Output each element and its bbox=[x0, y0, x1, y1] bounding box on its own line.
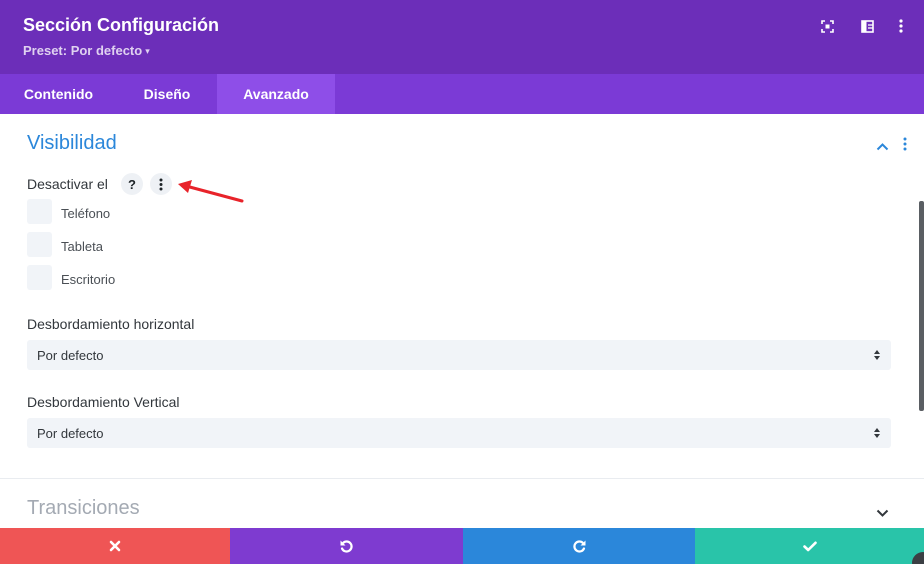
undo-button[interactable] bbox=[230, 528, 463, 564]
overflow-y-select[interactable]: Por defecto bbox=[27, 418, 891, 448]
select-arrows-icon bbox=[874, 428, 880, 438]
columns-glyph bbox=[860, 19, 874, 33]
checkbox-tablet-label: Tableta bbox=[61, 239, 103, 254]
section-more-icon[interactable] bbox=[903, 137, 907, 156]
modal-header: Sección Configuración Preset: Por defect… bbox=[0, 0, 924, 74]
chevron-up-glyph bbox=[876, 143, 889, 151]
scrollbar[interactable] bbox=[919, 201, 924, 411]
select-arrows-icon bbox=[874, 350, 880, 360]
more-vertical-glyph bbox=[899, 19, 903, 33]
redo-icon bbox=[572, 539, 585, 553]
columns-icon[interactable] bbox=[858, 17, 876, 35]
fullscreen-icon[interactable] bbox=[818, 17, 836, 35]
chevron-up-icon[interactable] bbox=[876, 138, 889, 156]
checkbox-tablet[interactable] bbox=[27, 232, 52, 257]
more-vertical-icon[interactable] bbox=[892, 17, 910, 35]
tab-contenido[interactable]: Contenido bbox=[0, 74, 117, 114]
save-button[interactable] bbox=[695, 528, 924, 564]
checkbox-phone-label: Teléfono bbox=[61, 206, 111, 221]
preset-selector[interactable]: Preset: Por defecto ▾ bbox=[23, 43, 150, 58]
overflow-x-value: Por defecto bbox=[37, 348, 104, 363]
option-more-icon[interactable] bbox=[150, 173, 172, 195]
overflow-x-label: Desbordamiento horizontal bbox=[27, 316, 195, 332]
checkbox-desktop[interactable] bbox=[27, 265, 52, 290]
fullscreen-glyph bbox=[820, 19, 834, 33]
undo-icon bbox=[340, 539, 353, 553]
tab-avanzado[interactable]: Avanzado bbox=[217, 74, 335, 114]
overflow-y-value: Por defecto bbox=[37, 426, 104, 441]
checkbox-desktop-label: Escritorio bbox=[61, 272, 116, 287]
redo-button[interactable] bbox=[463, 528, 695, 564]
preset-label: Preset: Por defecto bbox=[23, 43, 143, 58]
overflow-x-select[interactable]: Por defecto bbox=[27, 340, 891, 370]
section-more-glyph bbox=[903, 137, 907, 151]
discard-button[interactable] bbox=[0, 528, 230, 564]
option-more-glyph bbox=[159, 178, 163, 190]
action-bar bbox=[0, 528, 924, 564]
caret-down-icon: ▾ bbox=[145, 46, 150, 56]
help-icon[interactable]: ? bbox=[121, 173, 143, 195]
modal-title: Sección Configuración bbox=[23, 15, 220, 35]
tab-diseno[interactable]: Diseño bbox=[117, 74, 217, 114]
section-divider bbox=[0, 478, 924, 479]
annotation-arrow-icon bbox=[178, 180, 244, 203]
settings-panel: Visibilidad Desactivar el ? Teléfono Tab… bbox=[0, 114, 924, 528]
checkbox-phone[interactable] bbox=[27, 199, 52, 224]
section-title-transitions[interactable]: Transiciones bbox=[27, 497, 140, 520]
overflow-y-label: Desbordamiento Vertical bbox=[27, 394, 180, 410]
section-title-visibility[interactable]: Visibilidad bbox=[27, 132, 117, 155]
tab-bar: Contenido Diseño Avanzado bbox=[0, 74, 924, 114]
save-icon bbox=[802, 541, 817, 551]
chevron-down-glyph bbox=[876, 509, 889, 517]
disable-on-label: Desactivar el bbox=[27, 176, 108, 192]
discard-icon bbox=[109, 540, 121, 552]
chevron-down-icon[interactable] bbox=[876, 505, 889, 523]
